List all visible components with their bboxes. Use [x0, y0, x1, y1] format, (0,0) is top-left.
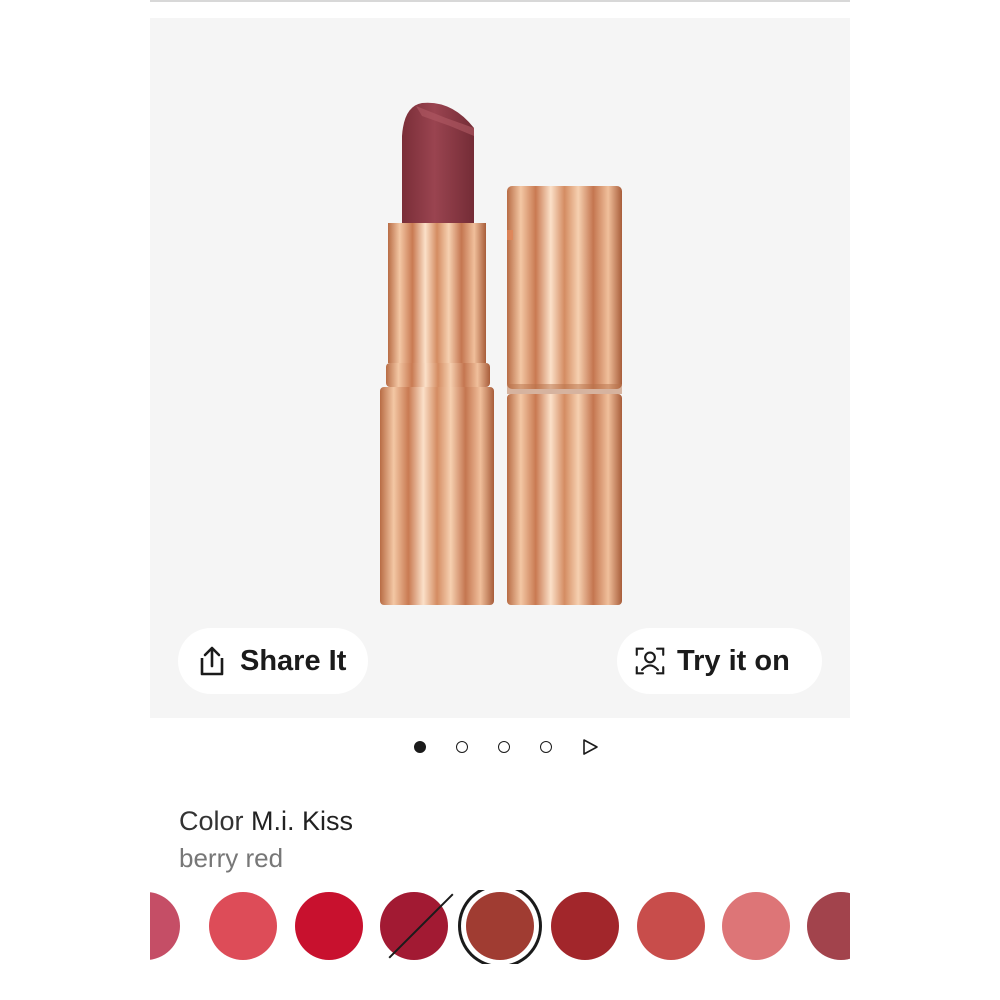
product-image-gallery[interactable]: Share It Try it on: [150, 18, 850, 718]
share-icon: [198, 645, 228, 677]
shade-swatch[interactable]: [551, 892, 619, 960]
face-scan-icon: [635, 645, 665, 677]
shade-swatch-list: [150, 890, 850, 964]
top-divider: [150, 0, 850, 2]
play-icon[interactable]: [581, 737, 601, 757]
pager-dot-2[interactable]: [456, 741, 468, 753]
shade-prefix: Color: [179, 806, 244, 836]
share-label: Share It: [240, 644, 347, 677]
shade-swatch[interactable]: [295, 892, 363, 960]
pager-dot-1[interactable]: [414, 741, 426, 753]
shade-swatch[interactable]: [807, 892, 850, 960]
gallery-pager: [0, 737, 1000, 757]
unavailable-slash-icon: [388, 893, 454, 959]
shade-swatch[interactable]: [150, 892, 180, 960]
shade-swatch[interactable]: [466, 892, 534, 960]
selected-shade-title: Color M.i. Kiss: [179, 806, 353, 837]
shade-swatch[interactable]: [722, 892, 790, 960]
lipstick-product-image: [380, 102, 622, 605]
try-it-on-label: Try it on: [677, 644, 790, 677]
pager-dot-3[interactable]: [498, 741, 510, 753]
shade-swatch[interactable]: [380, 892, 454, 960]
shade-name: M.i. Kiss: [251, 806, 354, 836]
pager-dot-4[interactable]: [540, 741, 552, 753]
try-it-on-button[interactable]: Try it on: [617, 628, 822, 694]
shade-swatch[interactable]: [637, 892, 705, 960]
share-button[interactable]: Share It: [178, 628, 368, 694]
shade-description: berry red: [179, 843, 284, 873]
shade-swatch[interactable]: [209, 892, 277, 960]
